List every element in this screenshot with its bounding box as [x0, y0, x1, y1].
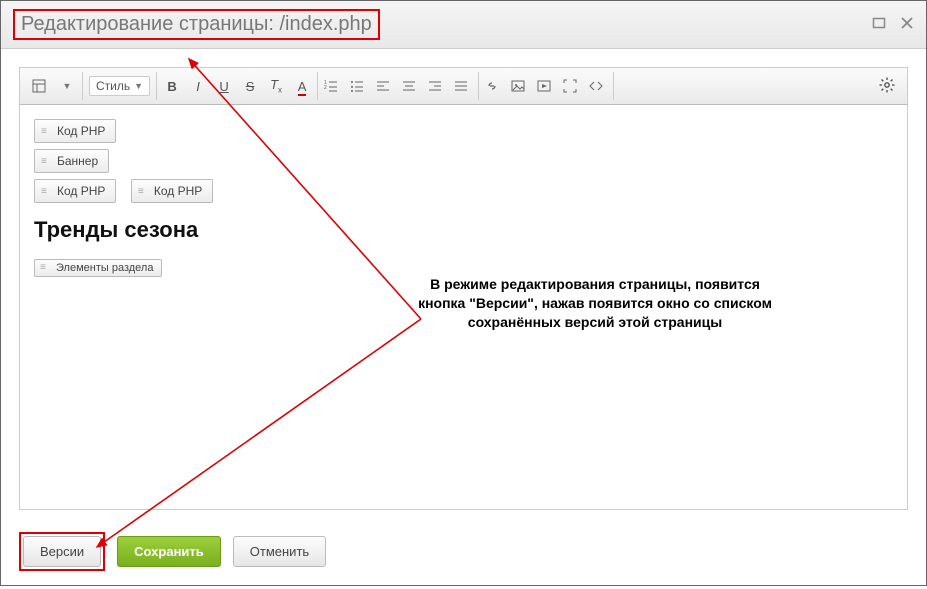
grip-icon: ≡: [40, 262, 50, 273]
svg-text:2: 2: [324, 85, 327, 91]
editor-canvas[interactable]: ≡ Код PHP ≡ Баннер ≡ Код PHP ≡ Код PHP Тренд…: [19, 105, 908, 510]
cancel-button[interactable]: Отменить: [233, 536, 326, 567]
source-icon[interactable]: [589, 79, 607, 93]
grip-icon: ≡: [41, 156, 51, 167]
maximize-icon[interactable]: [872, 16, 886, 33]
align-justify-icon[interactable]: [454, 79, 472, 93]
editor-toolbar: ▼ Стиль ▼ B I U S Tx A 12: [19, 67, 908, 105]
underline-icon[interactable]: U: [215, 79, 233, 94]
widget-banner[interactable]: ≡ Баннер: [34, 149, 109, 173]
content-area: ▼ Стиль ▼ B I U S Tx A 12: [1, 49, 926, 522]
widget-section-elements[interactable]: ≡ Элементы раздела: [34, 259, 162, 277]
widget-label: Код PHP: [154, 184, 202, 198]
bold-icon[interactable]: B: [163, 79, 181, 94]
align-center-icon[interactable]: [402, 79, 420, 93]
grip-icon: ≡: [41, 186, 51, 197]
templates-icon[interactable]: [32, 79, 50, 93]
title-highlight-box: Редактирование страницы: /index.php: [13, 9, 380, 40]
text-color-icon[interactable]: A: [293, 79, 311, 94]
window-titlebar: Редактирование страницы: /index.php: [1, 1, 926, 49]
image-icon[interactable]: [511, 79, 529, 93]
dialog-footer: Версии Сохранить Отменить: [1, 522, 926, 585]
content-heading: Тренды сезона: [34, 217, 893, 243]
strike-icon[interactable]: S: [241, 79, 259, 94]
versions-button[interactable]: Версии: [23, 536, 101, 567]
style-dropdown[interactable]: Стиль ▼: [89, 76, 150, 96]
italic-icon[interactable]: I: [189, 79, 207, 94]
grip-icon: ≡: [138, 186, 148, 197]
clear-format-icon[interactable]: Tx: [267, 77, 285, 95]
widget-label: Баннер: [57, 154, 98, 168]
window-controls: [872, 16, 914, 33]
widget-php[interactable]: ≡ Код PHP: [131, 179, 213, 203]
widget-label: Код PHP: [57, 184, 105, 198]
style-dropdown-label: Стиль: [96, 79, 130, 93]
video-icon[interactable]: [537, 79, 555, 93]
align-right-icon[interactable]: [428, 79, 446, 93]
versions-highlight-box: Версии: [19, 532, 105, 571]
fullscreen-icon[interactable]: [563, 79, 581, 93]
close-icon[interactable]: [900, 16, 914, 33]
chevron-down-icon: ▼: [134, 81, 143, 91]
chevron-down-icon[interactable]: ▼: [58, 81, 76, 91]
widget-php[interactable]: ≡ Код PHP: [34, 179, 116, 203]
settings-icon[interactable]: [879, 77, 895, 96]
widget-php[interactable]: ≡ Код PHP: [34, 119, 116, 143]
widget-label: Код PHP: [57, 124, 105, 138]
save-button[interactable]: Сохранить: [117, 536, 221, 567]
grip-icon: ≡: [41, 126, 51, 137]
list-ol-icon[interactable]: 12: [324, 79, 342, 93]
list-ul-icon[interactable]: [350, 79, 368, 93]
widget-label: Элементы раздела: [56, 262, 153, 274]
align-left-icon[interactable]: [376, 79, 394, 93]
window-title: Редактирование страницы: /index.php: [21, 13, 372, 35]
link-icon[interactable]: [485, 79, 503, 93]
annotation-text: В режиме редактирования страницы, появит…: [410, 275, 780, 332]
